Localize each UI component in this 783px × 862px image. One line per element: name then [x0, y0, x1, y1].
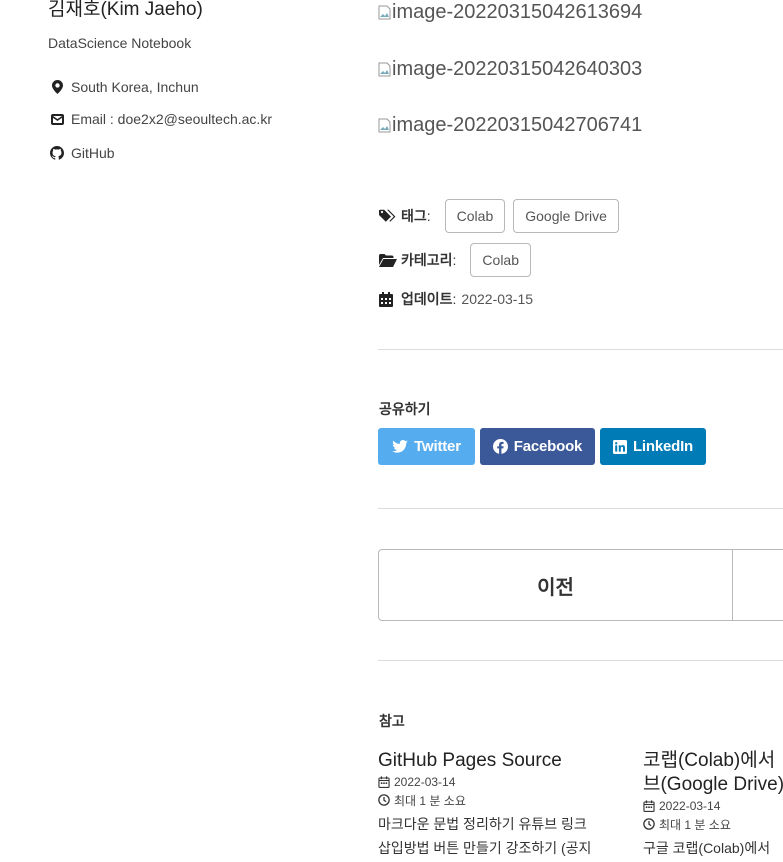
broken-image-icon: [378, 5, 391, 20]
author-email-link[interactable]: Email : doe2x2@seoultech.ac.kr: [50, 111, 272, 127]
folder-open-icon: [379, 252, 397, 268]
tags-icon: [379, 208, 397, 224]
clock-icon: [378, 794, 390, 806]
author-name: 김재호(Kim Jaeho): [48, 0, 203, 20]
related-post-title[interactable]: 코랩(Colab)에서: [643, 749, 783, 773]
post-image-3: image-20220315042706741: [378, 114, 642, 137]
author-email-text: Email : doe2x2@seoultech.ac.kr: [71, 111, 272, 127]
share-linkedin-label: LinkedIn: [632, 438, 694, 455]
clock-icon: [643, 818, 655, 830]
divider: [378, 660, 783, 661]
twitter-icon: [392, 440, 408, 453]
related-post-title[interactable]: 브(Google Drive): [643, 773, 783, 797]
related-post-date-text: 2022-03-14: [659, 799, 721, 813]
share-twitter-label: Twitter: [414, 438, 461, 455]
updated-date: 2022-03-15: [461, 291, 534, 307]
related-post-card: 코랩(Colab)에서 브(Google Drive) 2022-03-14 최…: [643, 749, 783, 860]
category-label: 카테고리: [401, 252, 453, 268]
share-title: 공유하기: [379, 401, 431, 417]
related-post-read-time: 최대 1 분 소요: [643, 815, 783, 833]
post-categories: 카테고리: Colab: [379, 243, 539, 277]
facebook-icon: [492, 439, 508, 454]
post-image-1: image-20220315042613694: [378, 1, 642, 24]
related-post-excerpt: 구글 코랩(Colab)에서: [643, 840, 771, 856]
related-post-read-time-text: 최대 1 분 소요: [659, 817, 731, 832]
share-facebook-button[interactable]: Facebook: [480, 428, 595, 465]
share-facebook-label: Facebook: [513, 438, 583, 455]
related-post-excerpt: 삽입방법 버튼 만들기 강조하기 (공지: [378, 840, 592, 856]
tag-google-drive[interactable]: Google Drive: [513, 199, 619, 233]
envelope-icon: [50, 112, 64, 126]
tag-colab[interactable]: Colab: [444, 199, 506, 233]
post-image-1-alt: image-20220315042613694: [392, 1, 643, 23]
author-location: South Korea, Inchun: [50, 79, 199, 95]
post-image-3-alt: image-20220315042706741: [392, 114, 643, 136]
category-colab[interactable]: Colab: [470, 243, 532, 277]
related-post-date: 2022-03-14: [378, 773, 638, 791]
post-image-2: image-20220315042640303: [378, 58, 642, 81]
post-image-2-alt: image-20220315042640303: [392, 58, 643, 80]
divider: [378, 349, 783, 350]
author-bio: DataScience Notebook: [48, 35, 192, 51]
broken-image-icon: [378, 118, 391, 133]
github-icon: [50, 146, 64, 160]
calendar-icon: [379, 291, 397, 307]
related-post-read-time: 최대 1 분 소요: [378, 791, 638, 809]
updated-label: 업데이트: [401, 291, 453, 307]
author-github-text: GitHub: [71, 145, 115, 161]
map-marker-icon: [50, 80, 64, 94]
share-twitter-button[interactable]: Twitter: [378, 428, 475, 465]
related-post-date-text: 2022-03-14: [394, 775, 456, 789]
linkedin-icon: [612, 439, 627, 454]
previous-post-button[interactable]: 이전: [379, 550, 733, 620]
tags-label: 태그: [401, 208, 427, 224]
related-post-date: 2022-03-14: [643, 797, 783, 815]
calendar-icon: [643, 800, 655, 812]
calendar-icon: [378, 776, 390, 788]
related-post-read-time-text: 최대 1 분 소요: [394, 793, 466, 808]
related-title: 참고: [379, 713, 405, 729]
share-linkedin-button[interactable]: LinkedIn: [600, 428, 706, 465]
related-post-title[interactable]: GitHub Pages Source: [378, 749, 638, 773]
broken-image-icon: [378, 62, 391, 77]
post-updated: 업데이트: 2022-03-15: [379, 289, 533, 309]
related-post-card: GitHub Pages Source 2022-03-14 최대 1 분 소요…: [378, 749, 638, 860]
divider: [378, 508, 783, 509]
author-location-text: South Korea, Inchun: [71, 79, 199, 95]
post-tags: 태그: Colab Google Drive: [379, 199, 627, 233]
author-github-link[interactable]: GitHub: [50, 145, 115, 161]
related-post-excerpt: 마크다운 문법 정리하기 유튜브 링크: [378, 816, 587, 832]
post-pagination: 이전: [378, 549, 783, 621]
